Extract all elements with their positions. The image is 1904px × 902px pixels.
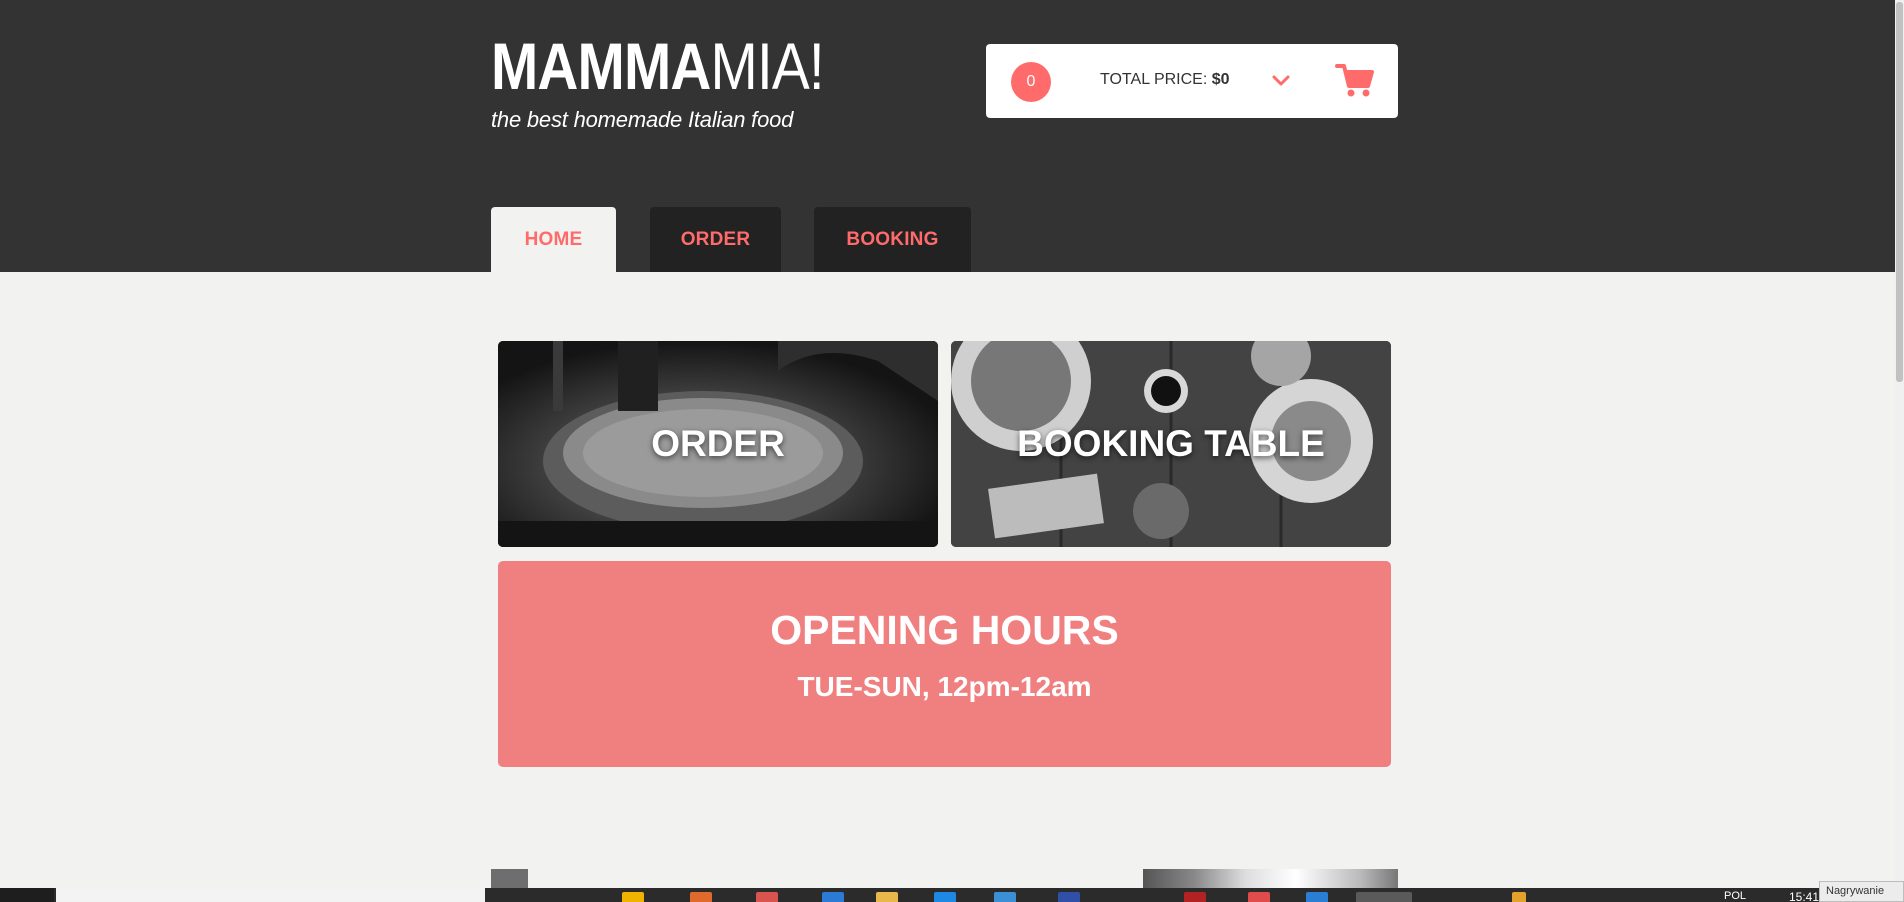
app-icon-red[interactable]	[756, 892, 778, 902]
tab-booking[interactable]: BOOKING	[814, 207, 971, 272]
gallery-image-partial-right	[1143, 869, 1398, 888]
logo-bold-text: MAMMA	[491, 29, 711, 103]
os-taskbar: POL 15:41	[0, 888, 1904, 902]
tray-icon[interactable]	[1512, 892, 1526, 902]
site-logo[interactable]: MAMMAMIA!	[491, 29, 825, 103]
tab-order[interactable]: ORDER	[650, 207, 781, 272]
keyboard-language[interactable]: POL	[1724, 890, 1746, 902]
booking-card-link[interactable]: BOOKING TABLE	[951, 341, 1391, 547]
app-icon-yellow[interactable]	[876, 892, 898, 902]
active-window-icon[interactable]	[1356, 892, 1412, 902]
cart-widget[interactable]: 0 TOTAL PRICE: $0	[986, 44, 1398, 118]
app-icon-azure[interactable]	[994, 892, 1016, 902]
word-icon[interactable]	[1058, 892, 1080, 902]
app-icon-sky[interactable]	[1306, 892, 1328, 902]
windows-start-icon[interactable]	[0, 888, 54, 902]
cart-count-badge: 0	[1011, 62, 1051, 102]
cart-total-label: TOTAL PRICE:	[1100, 71, 1208, 88]
order-card-link[interactable]: ORDER	[498, 341, 938, 547]
opening-hours-time: TUE-SUN, 12pm-12am	[797, 671, 1092, 702]
order-card-label: ORDER	[651, 423, 785, 464]
taskbar-clock[interactable]: 15:41	[1789, 890, 1819, 902]
scrollbar-thumb[interactable]	[1896, 2, 1903, 382]
opening-hours-panel: OPENING HOURS TUE-SUN, 12pm-12am	[498, 561, 1391, 767]
gallery-image-partial-left	[491, 869, 528, 888]
chrome-icon[interactable]	[1248, 892, 1270, 902]
file-explorer-icon[interactable]	[622, 892, 644, 902]
tab-home[interactable]: HOME	[491, 207, 616, 272]
vscode-icon[interactable]	[934, 892, 956, 902]
app-icon-crimson[interactable]	[1184, 892, 1206, 902]
firefox-icon[interactable]	[690, 892, 712, 902]
opening-hours-title: OPENING HOURS	[770, 607, 1119, 653]
logo-light-text: MIA!	[710, 29, 825, 103]
chevron-down-icon[interactable]	[1268, 68, 1294, 94]
site-header: MAMMAMIA! the best homemade Italian food…	[0, 0, 1895, 272]
app-icon-blue[interactable]	[822, 892, 844, 902]
recording-indicator: Nagrywanie	[1819, 881, 1904, 902]
cart-total-value: $0	[1211, 71, 1230, 88]
cart-total-price: TOTAL PRICE: $0	[1100, 71, 1230, 89]
booking-card-label: BOOKING TABLE	[1017, 423, 1325, 464]
site-tagline: the best homemade Italian food	[491, 107, 794, 132]
page-scrollbar[interactable]	[1895, 0, 1904, 888]
shopping-cart-icon[interactable]	[1335, 60, 1375, 100]
taskbar-search-box[interactable]	[56, 888, 485, 902]
